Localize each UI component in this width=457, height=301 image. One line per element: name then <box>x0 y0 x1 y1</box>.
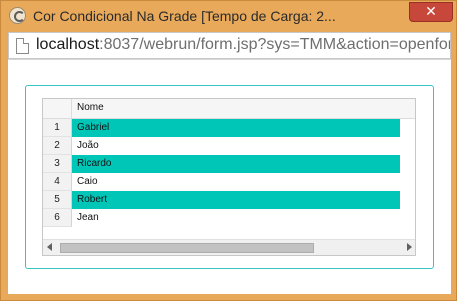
table-row[interactable]: 1 Gabriel <box>43 119 415 137</box>
window-title: Cor Condicional Na Grade [Tempo de Carga… <box>33 8 336 24</box>
data-grid: Nome 1 Gabriel 2 João 3 Ricardo 4 Caio 5… <box>42 98 416 256</box>
url-host: localhost <box>36 36 100 53</box>
name-cell[interactable]: Gabriel <box>72 119 400 137</box>
scrollbar-thumb[interactable] <box>60 243 314 253</box>
table-row[interactable]: 5 Robert <box>43 191 415 209</box>
row-number: 4 <box>43 173 72 191</box>
address-bar[interactable]: localhost:8037/webrun/form.jsp?sys=TMM&a… <box>8 32 451 59</box>
row-number: 3 <box>43 155 72 173</box>
name-cell[interactable]: Caio <box>72 173 400 191</box>
name-cell[interactable]: Ricardo <box>72 155 400 173</box>
table-row[interactable]: 2 João <box>43 137 415 155</box>
header-corner <box>43 99 72 119</box>
table-row[interactable]: 4 Caio <box>43 173 415 191</box>
row-number: 6 <box>43 209 72 227</box>
name-cell[interactable]: Robert <box>72 191 400 209</box>
row-number: 5 <box>43 191 72 209</box>
row-number: 1 <box>43 119 72 137</box>
arrow-right-icon[interactable] <box>407 243 412 251</box>
name-cell[interactable]: Jean <box>72 209 400 227</box>
arrow-left-icon[interactable] <box>47 243 52 251</box>
title-bar[interactable]: Cor Condicional Na Grade [Tempo de Carga… <box>1 1 457 31</box>
browser-window: Cor Condicional Na Grade [Tempo de Carga… <box>0 0 457 301</box>
row-number: 2 <box>43 137 72 155</box>
grid-header: Nome <box>43 99 415 119</box>
page-icon <box>16 38 29 54</box>
url-path: :8037/webrun/form.jsp?sys=TMM&action=ope… <box>99 36 451 53</box>
page-content: Nome 1 Gabriel 2 João 3 Ricardo 4 Caio 5… <box>8 59 451 294</box>
table-row[interactable]: 6 Jean <box>43 209 415 227</box>
name-cell[interactable]: João <box>72 137 400 155</box>
horizontal-scrollbar[interactable] <box>43 239 415 255</box>
app-icon <box>9 7 26 24</box>
column-header-nome[interactable]: Nome <box>77 102 104 113</box>
close-button[interactable]: ✕ <box>409 2 453 22</box>
url-text[interactable]: localhost:8037/webrun/form.jsp?sys=TMM&a… <box>36 36 451 54</box>
close-icon: ✕ <box>425 4 437 20</box>
grid-panel: Nome 1 Gabriel 2 João 3 Ricardo 4 Caio 5… <box>25 85 434 269</box>
table-row[interactable]: 3 Ricardo <box>43 155 415 173</box>
